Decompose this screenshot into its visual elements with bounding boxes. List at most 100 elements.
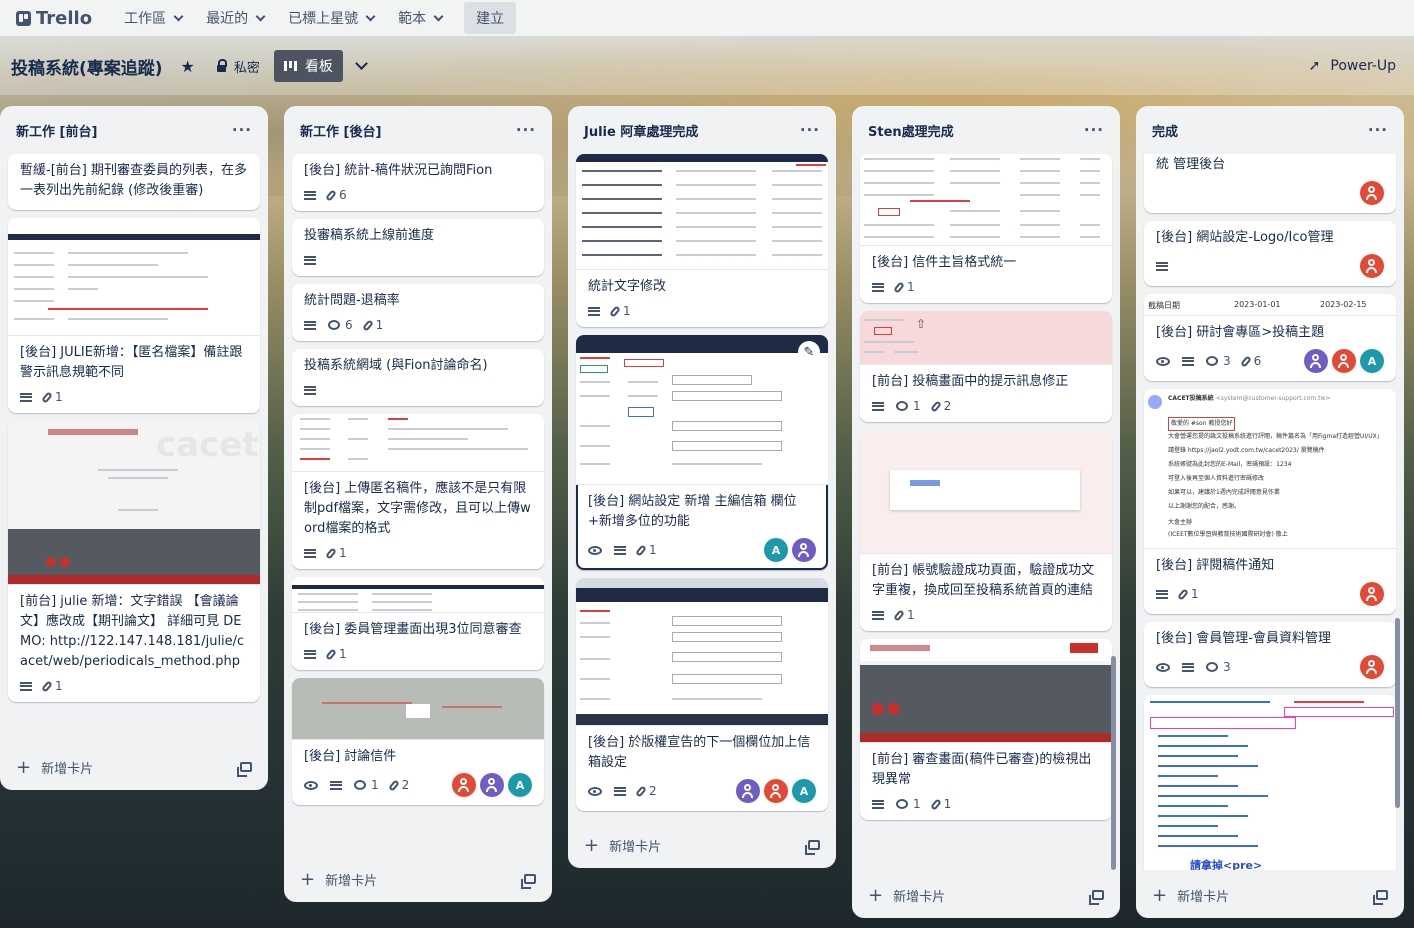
list: 新工作 [後台] ··· [後台] 統計-稿件狀況已詢問Fion 6 投審稿系統上… <box>284 106 552 902</box>
card[interactable]: [後台] 於版權宣告的下一個欄位加上信箱設定 2 A <box>576 578 828 811</box>
card[interactable]: [前台] 帳號驗證成功頁面，驗證成功文字重複，換成回至投稿系統首頁的連結 1 <box>860 430 1112 631</box>
avatar[interactable] <box>480 773 504 797</box>
card-title: [前台] julie 新增：文字錯誤 【會議論文】應改成【期刊論文】 詳細可見 … <box>20 594 245 669</box>
card-cover-image <box>860 154 1112 246</box>
star-icon[interactable]: ★ <box>181 57 195 76</box>
create-from-template-icon[interactable] <box>521 874 536 889</box>
add-card-label: 新增卡片 <box>893 889 946 905</box>
card[interactable]: [後台] JULIE新增：【匿名檔案】備註跟警示訊息規範不同 1 <box>8 218 260 413</box>
nav-recent-menu[interactable]: 最近的 <box>194 0 276 37</box>
list-scrollbar[interactable] <box>1395 618 1400 808</box>
avatar[interactable]: A <box>792 779 816 803</box>
card[interactable]: cacet [前台] julie 新增：文字錯誤 【會議論文】應改成【期刊論文】… <box>8 421 260 702</box>
description-icon <box>1156 261 1168 271</box>
card[interactable]: 暫緩-[前台] 期刊審查委員的列表，在多一表列出先前紀錄 (修改後重審) <box>8 154 260 210</box>
avatar[interactable]: A <box>764 538 788 562</box>
edit-card-icon[interactable]: ✎ <box>798 341 820 363</box>
plus-icon: + <box>16 756 32 778</box>
card[interactable]: [後台] 網站設定-Logo/Ico管理 <box>1144 221 1396 286</box>
attachment-count: 1 <box>907 280 915 294</box>
avatar[interactable] <box>1360 582 1384 606</box>
visibility-button[interactable]: 私密 <box>216 57 260 76</box>
power-up-button[interactable]: ➚ Power-Up <box>1309 37 1396 95</box>
description-icon <box>588 306 600 316</box>
avatar[interactable] <box>736 779 760 803</box>
card[interactable]: [前台] 審查畫面(稿件已審查)的檢視出現異常 1 1 <box>860 639 1112 820</box>
create-from-template-icon[interactable] <box>1089 890 1104 905</box>
list-menu-icon[interactable]: ··· <box>1368 121 1388 139</box>
avatar[interactable]: A <box>508 773 532 797</box>
list-scrollbar[interactable] <box>1111 656 1116 870</box>
board-view-button[interactable]: 看板 <box>273 50 343 82</box>
avatar[interactable] <box>1332 349 1356 373</box>
create-from-template-icon[interactable] <box>805 840 820 855</box>
add-card-button[interactable]: + 新增卡片 <box>300 869 377 890</box>
card[interactable]: 投稿系統網域 (與Fion討論命名) <box>292 349 544 406</box>
card[interactable]: 請拿掉<pre> <box>1144 695 1396 870</box>
add-card-button[interactable]: + 新增卡片 <box>16 757 93 778</box>
list-title[interactable]: Sten處理完成 <box>868 121 954 140</box>
card[interactable]: [後台] 上傳匿名稿件，應該不是只有限制pdf檔案，文字需修改，且可以上傳wor… <box>292 414 544 569</box>
card[interactable]: ⇧ [前台] 投稿畫面中的提示訊息修正 1 2 <box>860 311 1112 422</box>
board-view-label: 看板 <box>304 59 333 75</box>
trello-logo[interactable]: Trello <box>16 8 92 29</box>
create-from-template-icon[interactable] <box>1373 890 1388 905</box>
card[interactable]: ✎ [後台] 網站設定 新增 主編信箱 欄位+新增多位的功能 1 A <box>576 335 828 570</box>
avatar[interactable] <box>1304 349 1328 373</box>
avatar[interactable] <box>1360 181 1384 205</box>
list-header[interactable]: Sten處理完成 ··· <box>852 106 1120 154</box>
list-menu-icon[interactable]: ··· <box>1084 121 1104 139</box>
avatar[interactable] <box>1360 254 1384 278</box>
avatar[interactable] <box>1360 655 1384 679</box>
add-card-button[interactable]: + 新增卡片 <box>868 885 945 906</box>
card[interactable]: 截稿日期 2023-01-01 2023-02-15 [後台] 研討會專區>投稿… <box>1144 294 1396 381</box>
add-card-button[interactable]: + 新增卡片 <box>1152 885 1229 906</box>
create-from-template-icon[interactable] <box>237 762 252 777</box>
card[interactable]: 統計問題-退稿率 6 1 <box>292 284 544 341</box>
nav-workspace-label: 工作區 <box>124 11 167 27</box>
list-header[interactable]: 完成 ··· <box>1136 106 1404 154</box>
list-menu-icon[interactable]: ··· <box>800 121 820 139</box>
description-icon <box>1182 356 1194 366</box>
create-button[interactable]: 建立 <box>464 2 517 34</box>
list-title[interactable]: 新工作 [後台] <box>300 121 381 140</box>
card[interactable]: 統 管理後台 <box>1144 154 1396 213</box>
list-menu-icon[interactable]: ··· <box>516 121 536 139</box>
card[interactable]: CACET投稿系統 <system@customer-support.com.t… <box>1144 389 1396 614</box>
board-title[interactable]: 投稿系統(專案追蹤) <box>11 54 163 79</box>
card[interactable]: [後台] 信件主旨格式統一 1 <box>860 154 1112 303</box>
email-sender: CACET投稿系統 <box>1168 395 1214 402</box>
card-badges: 1 1 <box>860 794 1112 820</box>
card[interactable]: [後台] 討論信件 1 2 A <box>292 678 544 805</box>
attachment-count: 1 <box>375 318 384 332</box>
attachment-count: 1 <box>907 608 915 622</box>
add-card-label: 新增卡片 <box>609 839 662 855</box>
nav-starred-menu[interactable]: 已標上星號 <box>276 0 386 37</box>
list-header[interactable]: Julie 阿章處理完成 ··· <box>568 106 836 154</box>
card[interactable]: [後台] 統計-稿件狀況已詢問Fion 6 <box>292 154 544 211</box>
card[interactable]: [後台] 會員管理-會員資料管理 3 <box>1144 622 1396 687</box>
send-icon: ➚ <box>1308 58 1321 74</box>
description-icon <box>20 681 32 691</box>
card[interactable]: 投審稿系統上線前進度 <box>292 219 544 276</box>
avatar[interactable] <box>792 538 816 562</box>
list-title[interactable]: 完成 <box>1152 121 1178 140</box>
list-header[interactable]: 新工作 [前台] ··· <box>0 106 268 154</box>
add-card-button[interactable]: + 新增卡片 <box>584 835 661 856</box>
description-icon <box>1182 662 1194 672</box>
list-menu-icon[interactable]: ··· <box>232 121 252 139</box>
comment-icon <box>328 320 340 330</box>
email-line: 大會營運您提的論文投稿系統進行評閱，稿件篇名為「用Figma打造經營UI/UX」 <box>1168 433 1383 440</box>
description-icon <box>872 401 884 411</box>
list-header[interactable]: 新工作 [後台] ··· <box>284 106 552 154</box>
card[interactable]: [後台] 委員管理畫面出現3位同意審查 1 <box>292 577 544 670</box>
avatar[interactable] <box>452 773 476 797</box>
list-title[interactable]: Julie 阿章處理完成 <box>584 121 698 140</box>
list-title[interactable]: 新工作 [前台] <box>16 121 97 140</box>
nav-workspace-menu[interactable]: 工作區 <box>112 0 194 37</box>
avatar[interactable] <box>764 779 788 803</box>
nav-templates-menu[interactable]: 範本 <box>386 0 454 37</box>
chevron-down-icon[interactable] <box>355 56 368 70</box>
card[interactable]: 統計文字修改 1 <box>576 154 828 327</box>
avatar[interactable]: A <box>1360 349 1384 373</box>
